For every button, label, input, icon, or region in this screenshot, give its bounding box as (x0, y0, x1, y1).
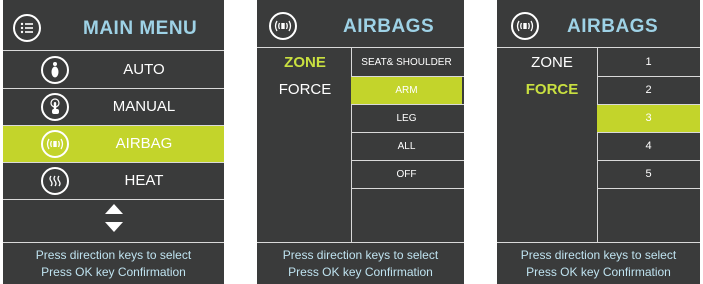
footer-line-2: Press OK key Confirmation (41, 265, 186, 279)
force-tab[interactable]: FORCE (265, 81, 345, 98)
airbag-icon (269, 12, 297, 40)
main-menu-header: MAIN MENU (3, 0, 224, 56)
zone-tab[interactable]: ZONE (512, 54, 592, 71)
menu-item-label: AIRBAG (115, 135, 173, 152)
menu-item-auto[interactable]: AUTO (3, 52, 224, 88)
main-menu-panel: MAIN MENU AUTO MANUAL AIRBAG HEAT Press … (3, 0, 224, 284)
option-force-3[interactable]: 3 (597, 105, 700, 132)
option-leg[interactable]: LEG (351, 105, 462, 132)
divider (497, 47, 700, 48)
menu-item-label: MANUAL (112, 98, 176, 115)
option-arm[interactable]: ARM (351, 77, 462, 104)
heat-icon (41, 167, 69, 195)
airbag-icon (511, 12, 539, 40)
instruction-footer: Press direction keys to select Press OK … (497, 242, 700, 284)
divider (351, 188, 464, 189)
option-all[interactable]: ALL (351, 133, 462, 160)
menu-item-airbag[interactable]: AIRBAG (3, 126, 224, 162)
menu-item-manual[interactable]: MANUAL (3, 89, 224, 125)
instruction-footer: Press direction keys to select Press OK … (257, 242, 464, 284)
up-down-arrows-icon[interactable] (104, 203, 124, 233)
menu-item-label: AUTO (123, 61, 165, 78)
list-icon (13, 14, 41, 42)
option-force-5[interactable]: 5 (597, 161, 700, 188)
divider (3, 199, 224, 200)
option-seat-shoulder[interactable]: SEAT& SHOULDER (351, 49, 462, 76)
page-title: MAIN MENU (83, 18, 198, 39)
menu-item-heat[interactable]: HEAT (3, 163, 224, 199)
auto-person-icon (41, 56, 69, 84)
force-tab[interactable]: FORCE (512, 81, 592, 98)
touch-hand-icon (41, 93, 69, 121)
divider (3, 50, 224, 51)
option-force-2[interactable]: 2 (597, 77, 700, 104)
option-off[interactable]: OFF (351, 161, 462, 188)
footer-line-2: Press OK key Confirmation (526, 265, 671, 279)
footer-line-1: Press direction keys to select (35, 248, 192, 262)
divider (597, 188, 700, 189)
instruction-footer: Press direction keys to select Press OK … (3, 242, 224, 284)
menu-item-label: HEAT (124, 172, 164, 189)
footer-line-2: Press OK key Confirmation (288, 265, 433, 279)
option-force-1[interactable]: 1 (597, 49, 700, 76)
airbag-icon (41, 130, 69, 158)
page-title: AIRBAGS (567, 16, 659, 37)
divider (257, 47, 464, 48)
airbags-force-panel: AIRBAGS ZONE FORCE 1 2 3 4 5 Press direc… (497, 0, 700, 284)
airbags-zone-panel: AIRBAGS ZONE FORCE SEAT& SHOULDER ARM LE… (257, 0, 464, 284)
footer-line-1: Press direction keys to select (282, 248, 439, 262)
option-force-4[interactable]: 4 (597, 133, 700, 160)
footer-line-1: Press direction keys to select (520, 248, 677, 262)
page-title: AIRBAGS (343, 16, 435, 37)
zone-tab[interactable]: ZONE (265, 54, 345, 71)
